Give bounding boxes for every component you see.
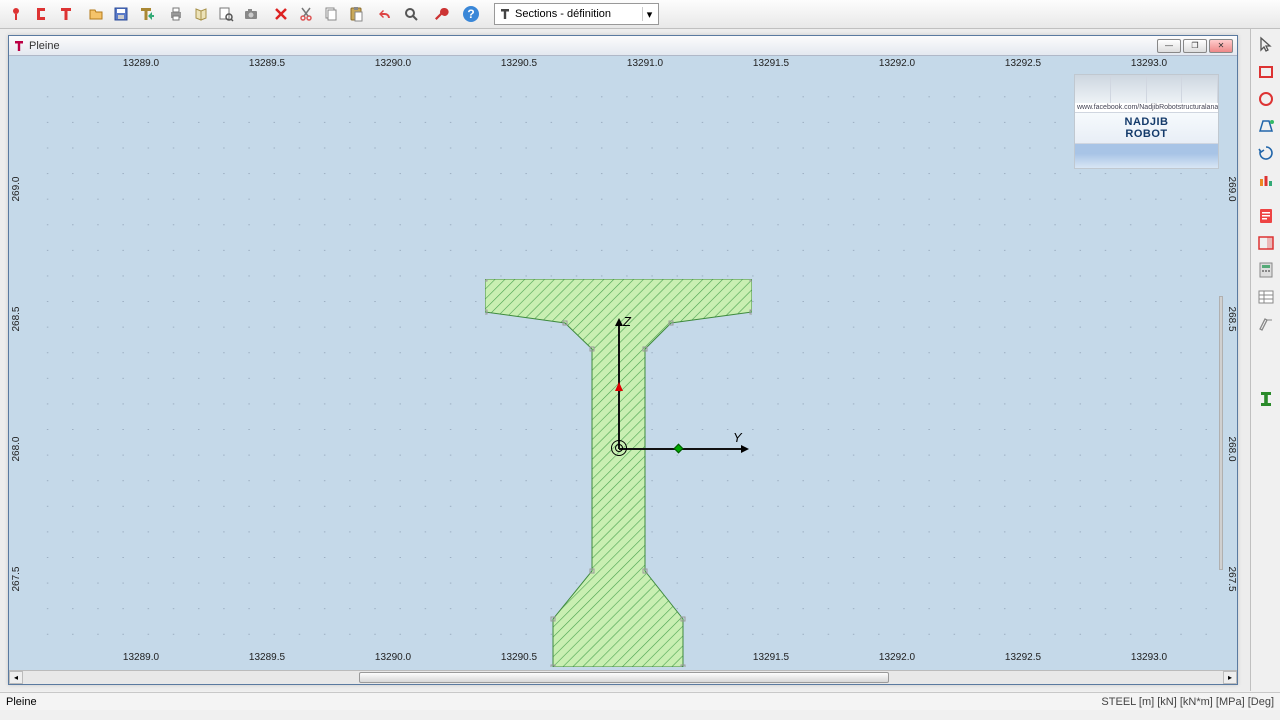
notes-icon[interactable] — [1254, 204, 1278, 228]
status-left: Pleine — [6, 696, 37, 708]
right-toolbar — [1250, 29, 1280, 691]
layout-selector[interactable]: Sections - définition ▾ — [494, 3, 659, 25]
save-as-icon[interactable] — [134, 2, 158, 26]
axis-z-marker — [615, 382, 623, 391]
undo-icon[interactable] — [374, 2, 398, 26]
watermark-line2: ROBOT — [1075, 128, 1218, 140]
dimension-icon[interactable] — [1254, 312, 1278, 336]
svg-text:?: ? — [467, 7, 474, 21]
scroll-right-icon[interactable]: ▸ — [1223, 671, 1237, 684]
view-scrollbar-vertical[interactable] — [1219, 296, 1223, 570]
status-right: STEEL [m] [kN] [kN*m] [MPa] [Deg] — [1101, 696, 1274, 708]
paste-icon[interactable] — [344, 2, 368, 26]
canvas[interactable]: 13289.013289.513290.013290.513291.013291… — [9, 56, 1237, 670]
document-title: Pleine — [29, 40, 60, 52]
document-window: Pleine — ❐ ✕ 13289.013289.513290.013290.… — [8, 35, 1238, 685]
circle-icon[interactable] — [1254, 87, 1278, 111]
section-i-icon[interactable] — [1254, 387, 1278, 411]
chevron-down-icon: ▾ — [642, 7, 656, 21]
section-t-icon[interactable] — [54, 2, 78, 26]
minimize-button[interactable]: — — [1157, 39, 1181, 53]
axis-z-arrow — [615, 318, 623, 326]
layout-selector-label: Sections - définition — [515, 8, 611, 20]
status-bar: Pleine STEEL [m] [kN] [kN*m] [MPa] [Deg] — [0, 692, 1280, 710]
section-t-small-icon — [499, 8, 511, 20]
ruler-right: 269.0268.5268.0267.5 — [1221, 74, 1237, 650]
tools-icon[interactable] — [429, 2, 453, 26]
maximize-button[interactable]: ❐ — [1183, 39, 1207, 53]
watermark-box: www.facebook.com/NadjibRobotstructuralan… — [1074, 74, 1219, 169]
cursor-icon[interactable] — [1254, 33, 1278, 57]
grid: Z Y www.facebook.com/NadjibRobotstructur… — [25, 74, 1221, 650]
rectangle-icon[interactable] — [1254, 60, 1278, 84]
save-icon[interactable] — [109, 2, 133, 26]
axis-origin — [611, 440, 627, 456]
axis-y-arrow — [741, 445, 749, 453]
section-c-icon[interactable] — [29, 2, 53, 26]
results-icon[interactable] — [1254, 168, 1278, 192]
delete-icon[interactable] — [269, 2, 293, 26]
axis-z-label: Z — [623, 314, 631, 329]
view-scrollbar-horizontal[interactable]: ◂ ▸ — [9, 670, 1237, 684]
camera-icon[interactable] — [239, 2, 263, 26]
watermark-line1: NADJIB — [1075, 116, 1218, 128]
axis-y-label: Y — [733, 430, 742, 445]
copy-icon[interactable] — [319, 2, 343, 26]
close-button[interactable]: ✕ — [1209, 39, 1233, 53]
ruler-top: 13289.013289.513290.013290.513291.013291… — [25, 56, 1221, 74]
rotate-icon[interactable] — [1254, 141, 1278, 165]
cut-icon[interactable] — [294, 2, 318, 26]
main-toolbar: ? Sections - définition ▾ — [0, 0, 1280, 29]
polygon-icon[interactable] — [1254, 114, 1278, 138]
zoom-icon[interactable] — [399, 2, 423, 26]
section-t-tiny-icon — [13, 40, 25, 52]
print-preview-icon[interactable] — [214, 2, 238, 26]
section-db-icon[interactable] — [1254, 231, 1278, 255]
scroll-thumb[interactable] — [359, 672, 889, 683]
open-icon[interactable] — [84, 2, 108, 26]
material-icon[interactable] — [4, 2, 28, 26]
catalog-icon[interactable] — [189, 2, 213, 26]
document-titlebar[interactable]: Pleine — ❐ ✕ — [9, 36, 1237, 56]
table-icon[interactable] — [1254, 285, 1278, 309]
ruler-left: 269.0268.5268.0267.5 — [9, 74, 25, 650]
scroll-left-icon[interactable]: ◂ — [9, 671, 23, 684]
workspace: Pleine — ❐ ✕ 13289.013289.513290.013290.… — [0, 29, 1250, 691]
help-icon[interactable]: ? — [459, 2, 483, 26]
calc-icon[interactable] — [1254, 258, 1278, 282]
print-icon[interactable] — [164, 2, 188, 26]
watermark-caption: www.facebook.com/NadjibRobotstructuralan… — [1075, 103, 1218, 113]
